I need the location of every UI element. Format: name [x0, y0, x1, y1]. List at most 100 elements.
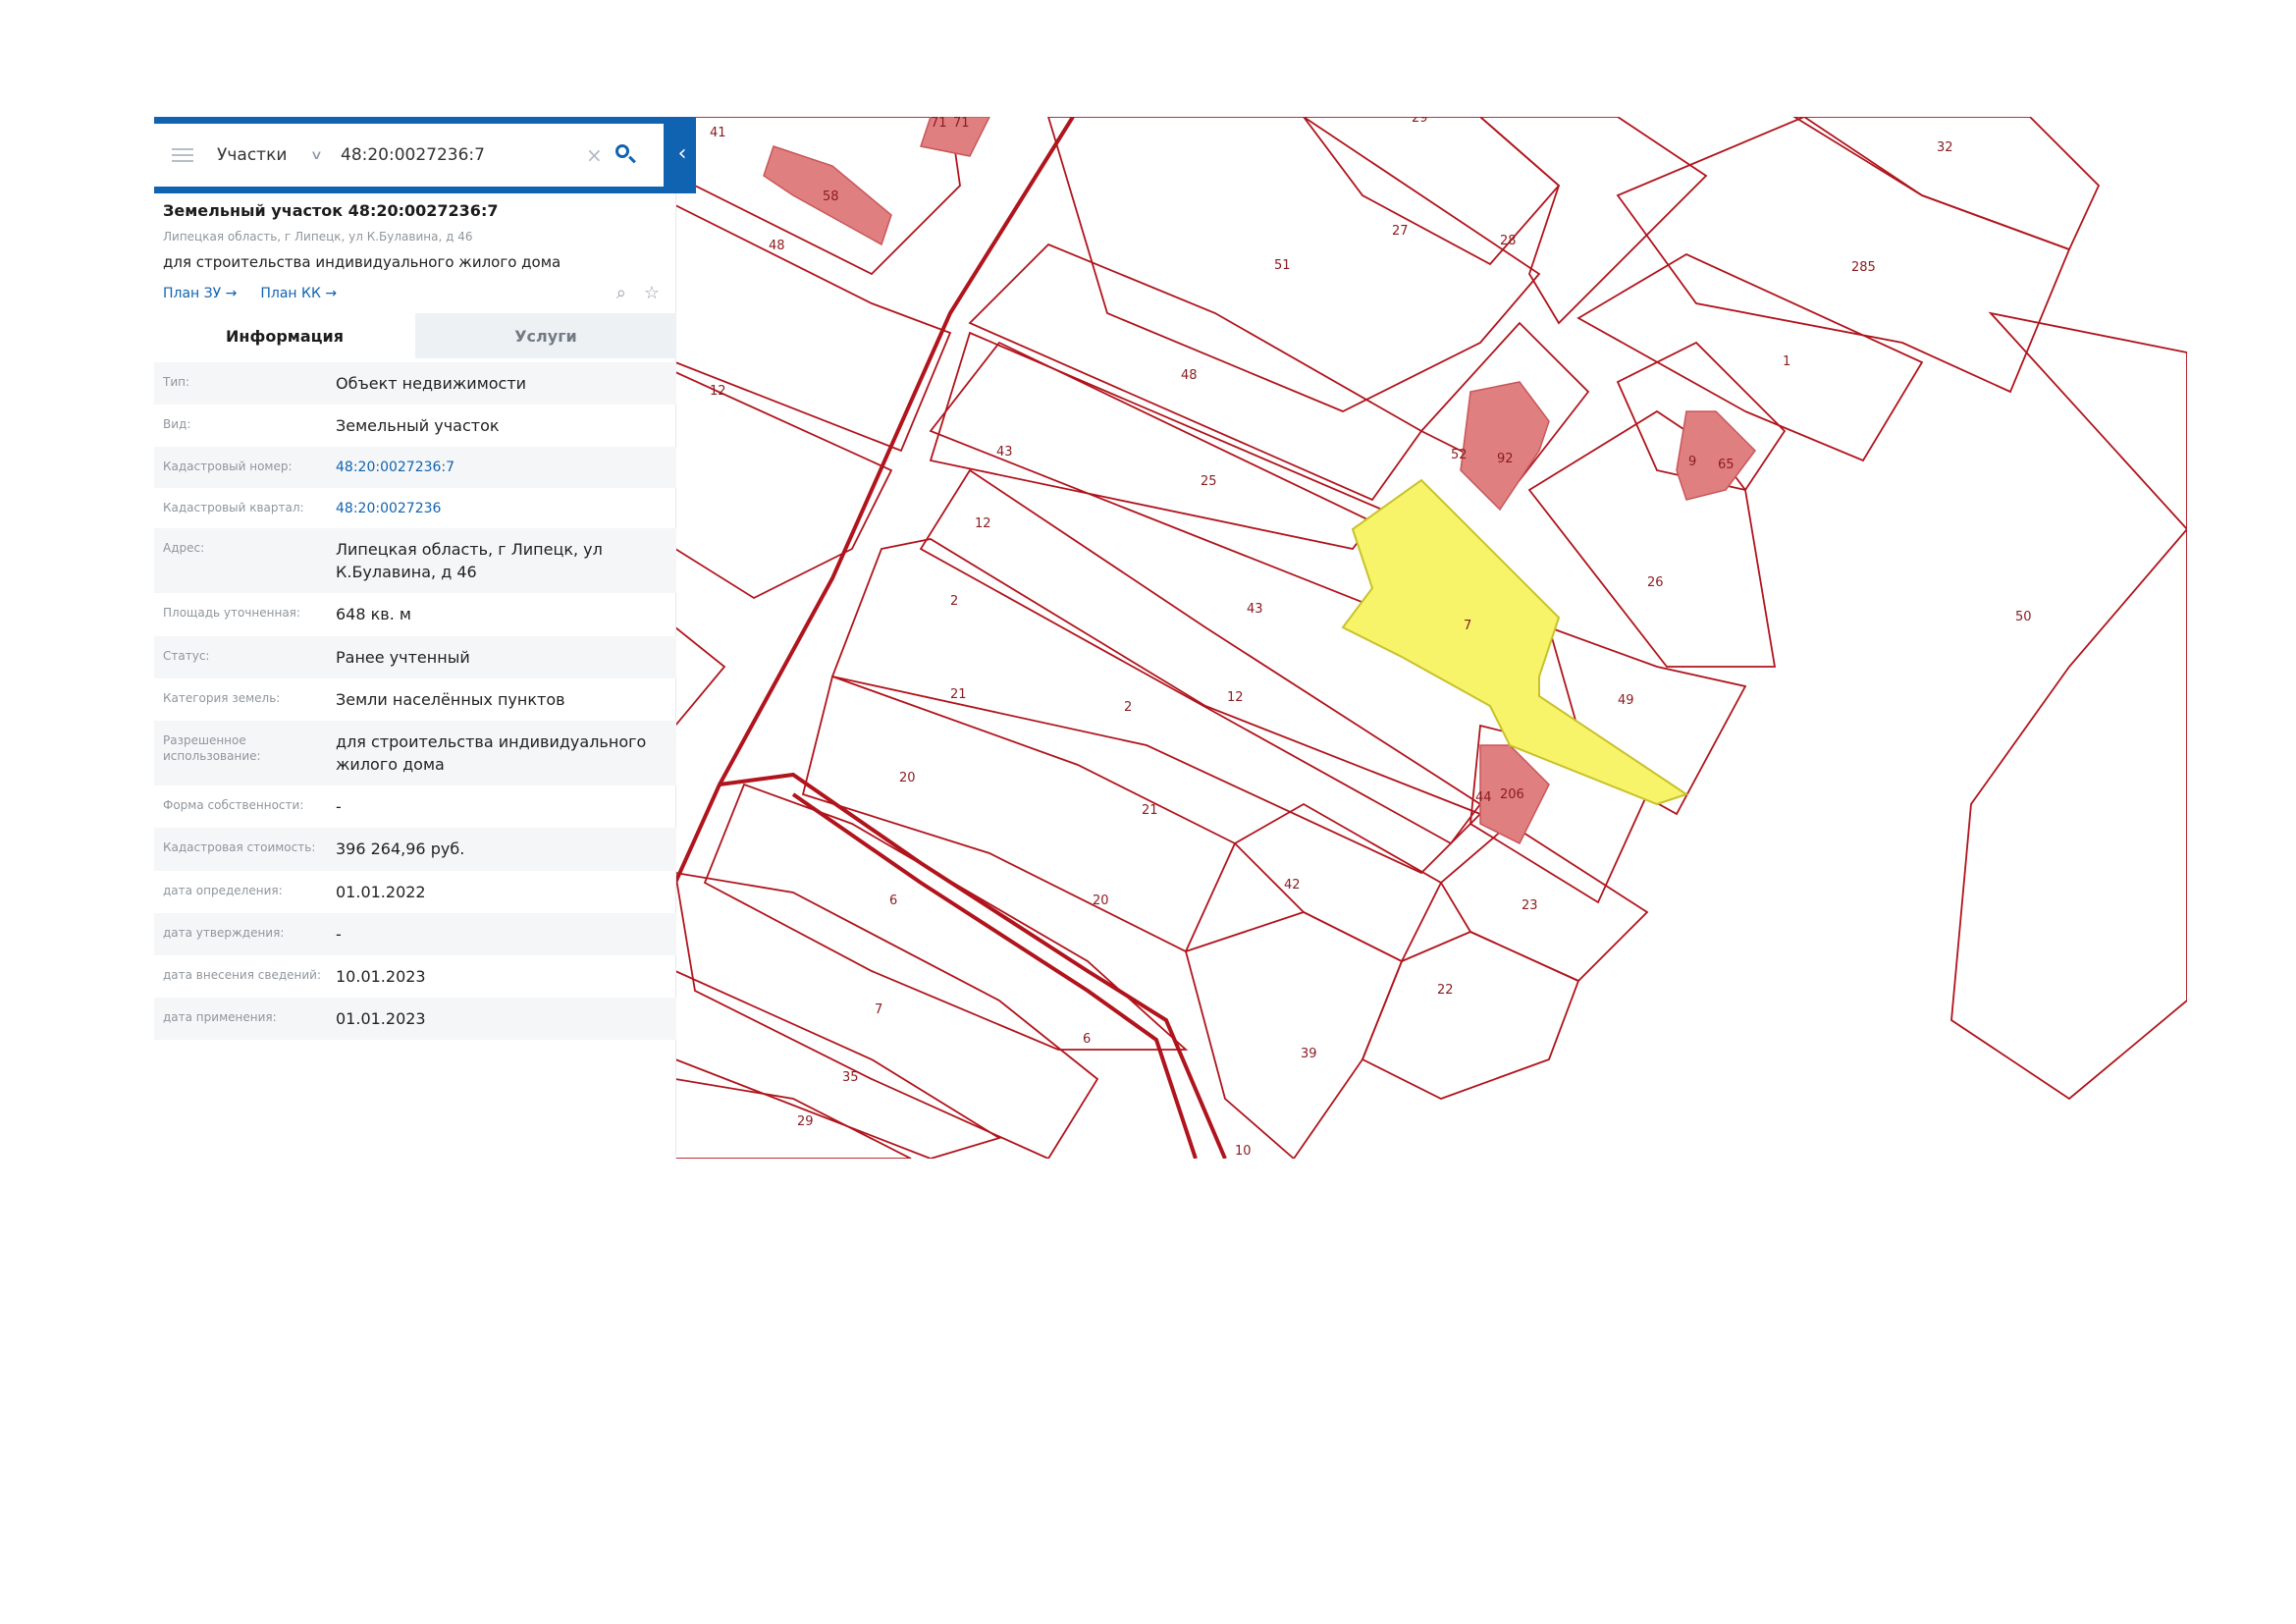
- map-label: 27: [1392, 224, 1409, 239]
- map-label: 10: [1235, 1144, 1252, 1159]
- chevron-down-icon[interactable]: ∨: [310, 148, 346, 163]
- info-row: Кадастровая стоимость: 396 264,96 руб.: [154, 828, 676, 871]
- map-label: 65: [1718, 458, 1735, 472]
- map-label: 71: [953, 117, 970, 131]
- parcel-42[interactable]: [1233, 802, 1443, 963]
- info-row: Разрешенное использование: для строительс…: [154, 720, 676, 786]
- row-label: Статус:: [163, 648, 210, 663]
- cadastral-map[interactable]: 41 71 71 58 48 12 51 27 28 29 32 285 1 4…: [675, 117, 2187, 1159]
- map-label: 7: [875, 1002, 882, 1017]
- menu-icon[interactable]: [172, 148, 193, 162]
- search-type-select[interactable]: Участки: [217, 145, 315, 165]
- map-label: 285: [1851, 260, 1876, 275]
- map-label: 29: [797, 1114, 814, 1129]
- map-label: 41: [710, 126, 726, 140]
- info-row: Кадастровый квартал: 48:20:0027236: [154, 488, 676, 528]
- row-label: дата применения:: [163, 1010, 277, 1025]
- parcel-23[interactable]: [1439, 822, 1649, 983]
- row-value: -: [336, 924, 342, 944]
- parcel-small[interactable]: [675, 625, 726, 728]
- search-box: Участки ∨ ×: [154, 124, 664, 187]
- info-panel: Участки ∨ × ‹ Земельный участок 48:20:00…: [154, 117, 696, 1159]
- info-row: Вид: Земельный участок: [154, 405, 676, 447]
- cadastral-quarter-link[interactable]: 48:20:0027236: [336, 498, 676, 518]
- map-label: 12: [975, 516, 991, 531]
- parcel-35[interactable]: [675, 1078, 912, 1159]
- search-icon[interactable]: [614, 142, 639, 168]
- parcel-28[interactable]: [1478, 117, 1708, 325]
- row-value: Земли населённых пунктов: [336, 689, 565, 709]
- row-label: Кадастровая стоимость:: [163, 840, 316, 855]
- map-label: 28: [1500, 234, 1517, 248]
- parcel-title: Земельный участок 48:20:0027236:7: [163, 201, 499, 220]
- row-label: дата внесения сведений:: [163, 968, 321, 983]
- parcel-50[interactable]: [1950, 311, 2187, 1101]
- road-line: [791, 792, 1198, 1159]
- map-canvas[interactable]: 41 71 71 58 48 12 51 27 28 29 32 285 1 4…: [675, 117, 2187, 1159]
- map-label: 6: [889, 893, 897, 908]
- search-bar: Участки ∨ × ‹: [154, 117, 696, 193]
- map-label: 2: [1124, 700, 1132, 715]
- parcel-purpose: для строительства индивидуального жилого…: [163, 253, 561, 271]
- map-label: 50: [2015, 610, 2032, 624]
- parcel-6[interactable]: [675, 872, 1099, 1159]
- tab-information[interactable]: Информация: [154, 313, 415, 358]
- plan-links: План ЗУ → План КК → ⌕ ☆: [163, 283, 673, 303]
- row-value: -: [336, 797, 342, 817]
- close-icon[interactable]: ×: [586, 143, 614, 167]
- info-row: Категория земель: Земли населённых пункто…: [154, 678, 676, 721]
- row-label: Форма собственности:: [163, 798, 304, 813]
- map-label: 12: [1227, 690, 1244, 705]
- road-line: [719, 772, 1227, 1159]
- parcel-51[interactable]: [1047, 117, 1541, 412]
- map-label: 43: [1247, 602, 1263, 617]
- map-label: 6: [1083, 1032, 1091, 1047]
- parcel-address: Липецкая область, г Липецк, ул К.Булавин…: [163, 230, 473, 244]
- parcel-27[interactable]: [1302, 117, 1561, 266]
- parcel-7[interactable]: [675, 970, 1002, 1159]
- cadastral-number-link[interactable]: 48:20:0027236:7: [336, 457, 676, 477]
- info-row: Статус: Ранее учтенный: [154, 635, 676, 678]
- row-value: Ранее учтенный: [336, 647, 470, 667]
- collapse-panel-icon[interactable]: ‹: [672, 135, 692, 174]
- parcel-48[interactable]: [675, 203, 952, 453]
- row-label: Разрешенное использование:: [163, 732, 261, 763]
- search-input[interactable]: [341, 145, 586, 165]
- map-label: 48: [769, 239, 785, 253]
- map-label: 21: [1142, 803, 1158, 818]
- row-label: Вид:: [163, 417, 191, 432]
- row-label: дата определения:: [163, 883, 283, 897]
- plan-zu-link[interactable]: План ЗУ →: [163, 286, 237, 301]
- map-label: 71: [931, 117, 947, 131]
- parcel-32[interactable]: [1792, 117, 2101, 251]
- map-label: 51: [1274, 258, 1291, 273]
- building-92: [1460, 381, 1550, 512]
- plan-kk-link[interactable]: План КК →: [260, 286, 337, 301]
- row-label: Тип:: [163, 375, 190, 389]
- map-label: 1: [1783, 354, 1790, 369]
- parcel-39[interactable]: [1184, 911, 1404, 1159]
- parcel-card: Земельный участок 48:20:0027236:7 Липецк…: [163, 201, 673, 303]
- info-row: Тип: Объект недвижимости: [154, 362, 676, 406]
- row-value: для строительства индивидуального жилого…: [336, 731, 647, 775]
- map-label: 26: [1647, 575, 1664, 590]
- map-label: 23: [1522, 898, 1538, 913]
- star-icon[interactable]: ☆: [644, 283, 660, 303]
- map-label: 43: [996, 445, 1013, 460]
- info-row: дата применения: 01.01.2023: [154, 998, 676, 1041]
- map-label: 206: [1500, 787, 1524, 802]
- row-label: Категория земель:: [163, 690, 281, 705]
- map-label: 25: [1201, 474, 1217, 489]
- row-value: Земельный участок: [336, 416, 500, 436]
- parcel-43[interactable]: [929, 331, 1384, 550]
- map-label: 9: [1688, 455, 1696, 469]
- map-label: 92: [1497, 452, 1514, 466]
- parcel-12a[interactable]: [675, 371, 893, 600]
- locate-icon[interactable]: ⌕: [616, 283, 626, 303]
- info-row: Кадастровый номер: 48:20:0027236:7: [154, 447, 676, 488]
- tab-services[interactable]: Услуги: [415, 313, 676, 358]
- row-label: Площадь уточненная:: [163, 606, 300, 621]
- info-row: Адрес: Липецкая область, г Липецк, ул К.Б…: [154, 527, 676, 594]
- map-label: 44: [1475, 790, 1492, 805]
- parcel-1[interactable]: [1576, 252, 1924, 462]
